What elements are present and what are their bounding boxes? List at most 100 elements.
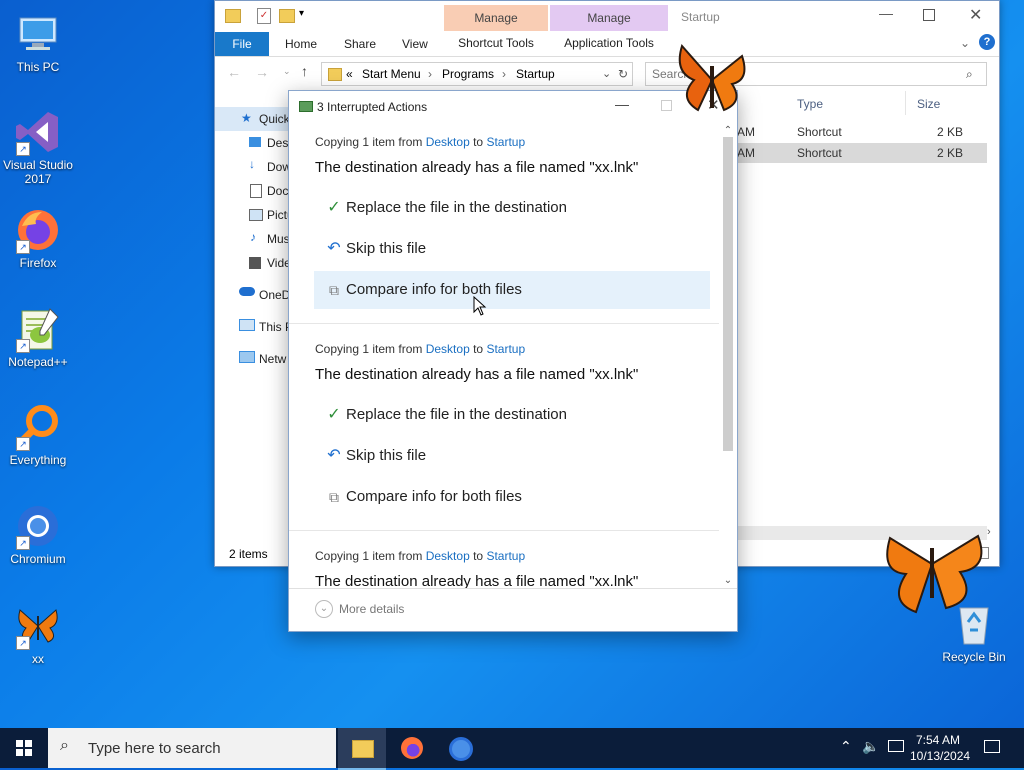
row-type: Shortcut <box>797 146 842 160</box>
desktop-icon-label: Recycle Bin <box>942 650 1006 664</box>
desktop-icon-label: This PC <box>16 60 60 74</box>
help-icon[interactable]: ? <box>979 34 995 50</box>
option-label: Replace the file in the destination <box>346 406 567 423</box>
start-windows-icon[interactable] <box>16 740 32 759</box>
forward-arrow-icon[interactable]: → <box>255 64 269 80</box>
desktop-icon-visual-studio[interactable]: ↗ Visual Studio 2017 <box>0 108 76 186</box>
notification-center-icon[interactable] <box>984 740 1000 753</box>
desktop-icon-chromium[interactable]: ↗ Chromium <box>0 502 76 566</box>
replace-file-option[interactable]: ✓ Replace the file in the destination <box>314 189 710 227</box>
compare-files-option[interactable]: ⧉ Compare info for both files <box>314 478 710 516</box>
qat-dropdown-icon[interactable]: ▾ <box>299 8 304 19</box>
maximize-button[interactable] <box>923 9 935 21</box>
manage-label: Manage <box>444 5 548 31</box>
volume-muted-icon[interactable]: 🔈 <box>862 738 879 755</box>
dialog-maximize-button[interactable] <box>661 100 672 111</box>
new-folder-icon[interactable] <box>279 9 295 23</box>
nav-item-documents[interactable]: Doc <box>267 184 288 198</box>
nav-item-quick[interactable]: Quick <box>259 112 290 126</box>
copy-prefix: Copying 1 item from <box>315 135 423 149</box>
conflict-message: The destination already has a file named… <box>315 573 639 588</box>
destination-link[interactable]: Startup <box>486 135 525 149</box>
search-icon: ⌕ <box>60 737 69 754</box>
ribbon-expand-icon[interactable]: ⌄ <box>960 36 970 50</box>
more-details-link[interactable]: More details <box>339 602 404 616</box>
desktop-icon-label: Chromium <box>10 552 66 566</box>
destination-link[interactable]: Startup <box>486 549 525 563</box>
address-dropdown-icon[interactable]: ⌄ <box>602 63 611 85</box>
address-bar[interactable]: « Start Menu › Programs › Startup ⌄ ↻ <box>321 62 633 86</box>
taskbar-firefox[interactable] <box>388 728 436 768</box>
shortcut-arrow-icon: ↗ <box>16 142 30 156</box>
conflict-block: Copying 1 item from Desktop to Startup T… <box>289 121 719 309</box>
skip-file-option[interactable]: ↶ Skip this file <box>314 230 710 268</box>
close-button[interactable]: ✕ <box>969 5 982 25</box>
scroll-down-icon[interactable]: ⌄ <box>721 575 735 587</box>
tab-file[interactable]: File <box>215 32 269 56</box>
breadcrumb-prefix[interactable]: « <box>346 63 353 85</box>
downloads-icon: ↓ <box>249 157 255 171</box>
dialog-scrollbar[interactable]: ⌃ ⌄ <box>721 125 735 587</box>
network-icon[interactable] <box>888 740 904 752</box>
desktop-icon-firefox[interactable]: ↗ Firefox <box>0 206 76 270</box>
mouse-cursor-icon <box>473 296 487 316</box>
breadcrumb-start-menu[interactable]: Start Menu <box>362 63 421 85</box>
network-icon <box>239 351 255 363</box>
recent-dropdown-icon[interactable]: ⌄ <box>283 66 291 77</box>
clock-time[interactable]: 7:54 AM <box>916 733 960 747</box>
desktop-icon-this-pc[interactable]: This PC <box>0 10 76 74</box>
file-explorer-icon <box>352 740 374 758</box>
file-row-selected[interactable]: AM Shortcut 2 KB <box>737 143 987 163</box>
desktop-icon-notepadpp[interactable]: ↗ Notepad++ <box>0 305 76 369</box>
source-link[interactable]: Desktop <box>426 549 470 563</box>
block-separator <box>289 323 719 324</box>
clock-date[interactable]: 10/13/2024 <box>910 749 970 763</box>
taskbar-search[interactable]: ⌕ Type here to search <box>48 728 336 768</box>
shortcut-arrow-icon: ↗ <box>16 339 30 353</box>
refresh-icon[interactable]: ↻ <box>618 63 628 85</box>
desktop-icon-label: Notepad++ <box>8 355 68 369</box>
taskbar-file-explorer[interactable] <box>338 728 386 770</box>
breadcrumb-programs[interactable]: Programs <box>442 63 494 85</box>
option-label: Compare info for both files <box>346 488 522 505</box>
replace-file-option[interactable]: ✓ Replace the file in the destination <box>314 396 710 434</box>
dialog-title: 3 Interrupted Actions <box>317 100 428 114</box>
dialog-minimize-button[interactable]: — <box>615 96 629 112</box>
tab-home[interactable]: Home <box>285 37 317 51</box>
videos-icon <box>249 257 261 269</box>
back-arrow-icon[interactable]: ← <box>227 64 241 80</box>
scroll-up-icon[interactable]: ⌃ <box>721 125 735 137</box>
taskbar: ⌕ Type here to search ⌃ 🔈 7:54 AM 10/13/… <box>0 728 1024 770</box>
more-details-chevron-icon[interactable]: ⌄ <box>315 600 333 618</box>
file-row[interactable]: AM Shortcut 2 KB <box>737 122 987 142</box>
computer-icon <box>14 10 62 58</box>
destination-link[interactable]: Startup <box>486 342 525 356</box>
nav-item-onedrive[interactable]: OneD <box>259 288 290 302</box>
star-icon: ★ <box>241 111 252 125</box>
taskbar-chromium[interactable] <box>436 728 484 768</box>
skip-file-option[interactable]: ↶ Skip this file <box>314 437 710 475</box>
desktop-folder-icon <box>249 137 261 147</box>
source-link[interactable]: Desktop <box>426 135 470 149</box>
show-hidden-icons-chevron-icon[interactable]: ⌃ <box>840 738 852 755</box>
source-link[interactable]: Desktop <box>426 342 470 356</box>
compare-documents-icon: ⧉ <box>329 489 339 505</box>
properties-icon[interactable]: ✓ <box>257 8 271 24</box>
option-label: Skip this file <box>346 447 427 464</box>
nav-item-network[interactable]: Netw <box>259 352 286 366</box>
tab-view[interactable]: View <box>402 37 428 51</box>
desktop-icon-xx[interactable]: ↗ xx <box>0 602 76 666</box>
compare-files-option[interactable]: ⧉ Compare info for both files <box>314 271 710 309</box>
scroll-thumb[interactable] <box>723 137 733 451</box>
column-header-type[interactable]: Type <box>797 97 823 111</box>
butterfly-decoration-icon <box>886 534 983 614</box>
up-arrow-icon[interactable]: ↑ <box>301 63 308 79</box>
butterfly-decoration-icon <box>678 43 746 112</box>
breadcrumb-startup[interactable]: Startup <box>516 63 555 85</box>
nav-item-music[interactable]: Mus <box>267 232 290 246</box>
tab-share[interactable]: Share <box>344 37 376 51</box>
minimize-button[interactable]: — <box>879 5 893 21</box>
desktop-icon-everything[interactable]: ↗ Everything <box>0 403 76 467</box>
chromium-icon: ↗ <box>14 502 62 550</box>
column-header-size[interactable]: Size <box>917 97 940 111</box>
